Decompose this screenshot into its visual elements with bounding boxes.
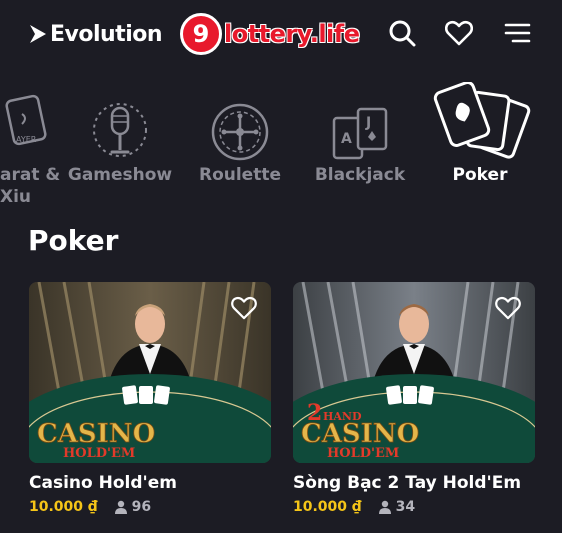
evolution-logo[interactable]: Evolution <box>28 20 163 48</box>
game-card[interactable]: 2 HAND CASINO HOLD'EM Sòng Bạc 2 Tay Hol… <box>293 282 535 515</box>
menu-button[interactable] <box>502 18 532 48</box>
svg-text:J: J <box>365 115 371 131</box>
search-button[interactable] <box>387 18 417 48</box>
player-count: 34 <box>378 499 415 515</box>
poker-cards-icon <box>433 82 531 159</box>
game-title[interactable]: Casino Hold'em <box>29 473 271 493</box>
roulette-icon <box>211 103 269 161</box>
svg-text:CASINO: CASINO <box>37 419 155 449</box>
category-label: Blackjack <box>314 165 406 185</box>
player-count-value: 96 <box>131 499 152 515</box>
user-icon <box>114 500 127 514</box>
game-meta: 10.000 ₫ 96 <box>29 499 271 515</box>
favorite-button[interactable] <box>231 296 257 324</box>
category-blackjack[interactable]: A J Blackjack <box>300 70 420 186</box>
heart-outline-icon <box>231 296 257 320</box>
game-price: 10.000 ₫ <box>29 499 98 515</box>
user-icon <box>378 500 391 514</box>
game-thumbnail[interactable]: 2 HAND CASINO HOLD'EM <box>293 282 535 463</box>
category-bar: AYER arat & Xiu Gameshow Roulette A J Bl… <box>0 70 562 210</box>
category-roulette[interactable]: Roulette <box>180 70 300 186</box>
svg-text:HOLD'EM: HOLD'EM <box>63 446 135 461</box>
lottery-logo-text: lottery.life <box>224 20 360 48</box>
header: Evolution 9 lottery.life <box>0 0 562 70</box>
game-price: 10.000 ₫ <box>293 499 362 515</box>
heart-icon <box>445 20 473 46</box>
evolution-logo-text: Evolution <box>50 21 163 47</box>
favorites-button[interactable] <box>444 18 474 48</box>
category-label: Gameshow <box>67 165 173 185</box>
lottery-logo[interactable]: 9 lottery.life <box>180 13 360 55</box>
section-title: Poker <box>28 224 119 257</box>
category-gameshow[interactable]: Gameshow <box>60 70 180 186</box>
evolution-mark-icon <box>30 25 46 43</box>
microphone-icon <box>93 103 147 157</box>
player-count: 96 <box>114 499 151 515</box>
category-poker[interactable]: Poker <box>420 70 540 186</box>
game-card[interactable]: CASINO HOLD'EM Casino Hold'em 10.000 ₫ 9… <box>29 282 271 515</box>
favorite-button[interactable] <box>495 296 521 324</box>
svg-text:HOLD'EM: HOLD'EM <box>327 446 399 461</box>
game-meta: 10.000 ₫ 34 <box>293 499 535 515</box>
search-icon <box>389 20 416 47</box>
player-count-value: 34 <box>395 499 416 515</box>
category-label: Poker <box>452 165 508 185</box>
heart-outline-icon <box>495 296 521 320</box>
svg-text:CASINO: CASINO <box>301 419 419 449</box>
cards-icon: A J <box>332 107 388 160</box>
baccarat-icon: AYER <box>5 94 47 146</box>
svg-text:AYER: AYER <box>16 135 37 144</box>
menu-icon <box>504 23 531 43</box>
svg-text:A: A <box>341 131 352 147</box>
category-label: Roulette <box>198 165 281 185</box>
game-title[interactable]: Sòng Bạc 2 Tay Hold'Em <box>293 473 535 493</box>
lottery-logo-badge: 9 <box>180 13 222 55</box>
game-thumbnail[interactable]: CASINO HOLD'EM <box>29 282 271 463</box>
